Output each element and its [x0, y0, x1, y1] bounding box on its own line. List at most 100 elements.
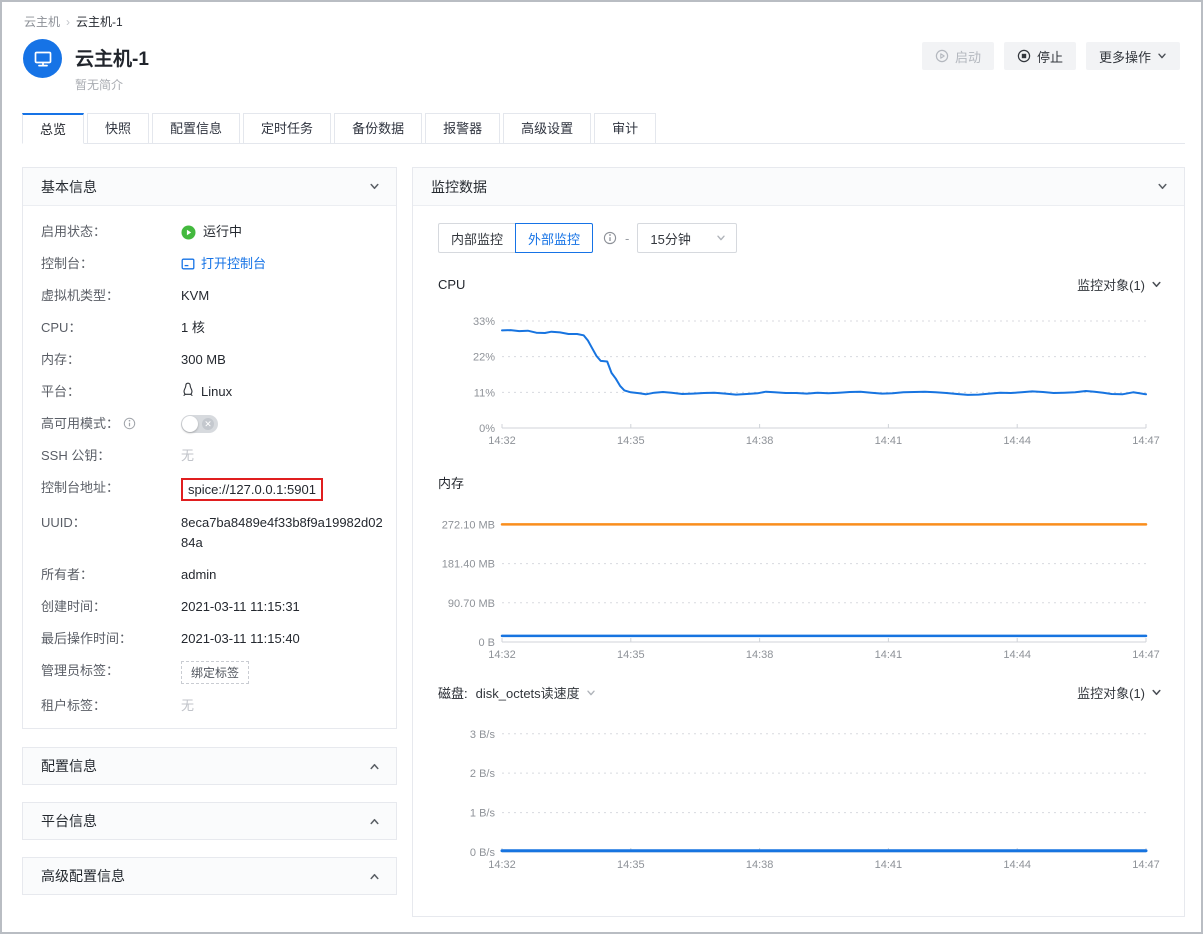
monitor-icon — [32, 48, 54, 70]
basic-info-title: 基本信息 — [41, 177, 97, 197]
chevron-down-icon — [716, 233, 726, 243]
collapsed-panel-header[interactable]: 高级配置信息 — [23, 858, 396, 894]
linux-penguin-icon — [181, 382, 195, 397]
chevron-down-icon — [586, 688, 596, 698]
chevron-down-icon — [369, 181, 380, 192]
chevron-up-icon — [369, 816, 380, 827]
info-row-value: Linux — [181, 382, 386, 402]
ha-mode-toggle[interactable]: ✕ — [181, 415, 218, 433]
info-row-value: 8eca7ba8489e4f33b8f9a19982d0284a — [181, 513, 386, 553]
header-actions: 启动 停止 更多操作 — [922, 42, 1180, 70]
start-button[interactable]: 启动 — [922, 42, 994, 70]
info-row: 最后操作时间：2021-03-11 11:15:40 — [23, 623, 386, 655]
info-row: 平台：Linux — [23, 376, 386, 408]
breadcrumb-root[interactable]: 云主机 — [24, 13, 60, 30]
info-row-label: 启用状态： — [41, 222, 181, 242]
tab-item[interactable]: 总览 — [22, 113, 84, 144]
info-row: 租户标签：无 — [23, 690, 386, 722]
info-icon[interactable] — [603, 231, 617, 245]
info-row: 虚拟机类型：KVM — [23, 280, 386, 312]
tab-item[interactable]: 定时任务 — [243, 113, 331, 144]
console-icon — [181, 257, 195, 271]
cpu-monitor-target-dropdown[interactable]: 监控对象(1) — [1077, 275, 1162, 294]
page-title: 云主机-1 — [75, 44, 149, 71]
svg-text:181.40 MB: 181.40 MB — [442, 559, 495, 571]
info-row: SSH 公钥：无 — [23, 440, 386, 472]
breadcrumb-current: 云主机-1 — [76, 13, 123, 30]
internal-monitor-button[interactable]: 内部监控 — [438, 223, 515, 253]
tab-item[interactable]: 快照 — [87, 113, 149, 144]
basic-info-header[interactable]: 基本信息 — [23, 168, 396, 206]
tab-item[interactable]: 备份数据 — [334, 113, 422, 144]
svg-text:14:47: 14:47 — [1132, 859, 1160, 871]
collapsed-panel-header[interactable]: 配置信息 — [23, 748, 396, 784]
info-row-label: UUID： — [41, 513, 181, 553]
basic-info-rows: 启用状态：运行中控制台：打开控制台虚拟机类型：KVMCPU：1 核内存：300 … — [23, 206, 396, 728]
info-row: 创建时间：2021-03-11 11:15:31 — [23, 591, 386, 623]
collapsed-panel-title: 配置信息 — [41, 756, 97, 776]
info-row-value: 绑定标签 — [181, 661, 386, 684]
svg-text:14:47: 14:47 — [1132, 649, 1160, 661]
svg-text:14:44: 14:44 — [1003, 859, 1031, 871]
play-circle-icon — [935, 49, 949, 63]
info-row-label: CPU： — [41, 318, 181, 338]
monitor-body: 内部监控 外部监控 - 15分钟 CPU 监控对象(1) — [413, 223, 1184, 879]
info-row-value: 运行中 — [181, 222, 386, 242]
info-row-label: 创建时间： — [41, 597, 181, 617]
status-text: 运行中 — [203, 222, 242, 242]
tab-item[interactable]: 高级设置 — [503, 113, 591, 144]
info-row-value: 2021-03-11 11:15:31 — [181, 597, 386, 617]
memory-chart-svg: 0 B90.70 MB181.40 MB272.10 MB14:3214:351… — [438, 498, 1164, 666]
collapsed-panel-title: 平台信息 — [41, 811, 97, 831]
monitor-mode-segment: 内部监控 外部监控 — [438, 223, 593, 253]
info-row-label: 租户标签： — [41, 696, 181, 716]
chevron-up-icon — [369, 761, 380, 772]
svg-text:14:32: 14:32 — [488, 435, 516, 447]
svg-text:3 B/s: 3 B/s — [470, 729, 496, 741]
external-monitor-button[interactable]: 外部监控 — [515, 223, 593, 253]
open-console-link[interactable]: 打开控制台 — [181, 254, 266, 274]
monitor-panel-header[interactable]: 监控数据 — [413, 168, 1184, 206]
tab-item[interactable]: 审计 — [594, 113, 656, 144]
console-address-highlighted: spice://127.0.0.1:5901 — [181, 478, 323, 501]
chevron-down-icon — [1151, 687, 1162, 698]
disk-chart: 0 B/s1 B/s2 B/s3 B/s14:3214:3514:3814:41… — [438, 708, 1162, 879]
memory-section-label: 内存 — [438, 473, 464, 492]
info-row: 启用状态： 运行中 — [23, 216, 386, 248]
info-row: 所有者：admin — [23, 559, 386, 591]
page-subtitle: 暂无简介 — [75, 76, 123, 93]
chevron-down-icon — [1157, 181, 1168, 192]
svg-text:14:41: 14:41 — [875, 435, 903, 447]
info-row-value: spice://127.0.0.1:5901 — [181, 478, 386, 501]
collapsed-panel-header[interactable]: 平台信息 — [23, 803, 396, 839]
info-row: 管理员标签：绑定标签 — [23, 655, 386, 690]
disk-chart-svg: 0 B/s1 B/s2 B/s3 B/s14:3214:3514:3814:41… — [438, 708, 1164, 876]
bind-tag-button[interactable]: 绑定标签 — [181, 661, 249, 684]
stop-button[interactable]: 停止 — [1004, 42, 1076, 70]
info-row: 控制台：打开控制台 — [23, 248, 386, 280]
memory-chart: 0 B90.70 MB181.40 MB272.10 MB14:3214:351… — [438, 498, 1162, 669]
svg-text:90.70 MB: 90.70 MB — [448, 598, 495, 610]
chevron-down-icon — [1151, 279, 1162, 290]
tab-item[interactable]: 配置信息 — [152, 113, 240, 144]
interval-select[interactable]: 15分钟 — [637, 223, 737, 253]
disk-monitor-target-dropdown[interactable]: 监控对象(1) — [1077, 683, 1162, 702]
info-row-value: 2021-03-11 11:15:40 — [181, 629, 386, 649]
svg-text:14:32: 14:32 — [488, 859, 516, 871]
disk-metric-dropdown[interactable]: disk_octets读速度 — [476, 683, 596, 702]
chevron-down-icon — [1157, 51, 1167, 61]
dash-separator: - — [625, 231, 629, 246]
more-actions-button[interactable]: 更多操作 — [1086, 42, 1180, 70]
collapsed-panel: 平台信息 — [22, 802, 397, 840]
info-row-value: 无 — [181, 446, 386, 466]
info-row: 高可用模式：✕ — [23, 408, 386, 440]
svg-text:14:47: 14:47 — [1132, 435, 1160, 447]
cpu-section-label: CPU — [438, 277, 465, 292]
info-row-value: KVM — [181, 286, 386, 306]
tab-item[interactable]: 报警器 — [425, 113, 500, 144]
svg-text:14:35: 14:35 — [617, 649, 645, 661]
svg-text:14:41: 14:41 — [875, 859, 903, 871]
info-icon[interactable] — [123, 417, 136, 430]
stop-circle-icon — [1017, 49, 1031, 63]
info-row-label: 高可用模式： — [41, 414, 181, 434]
